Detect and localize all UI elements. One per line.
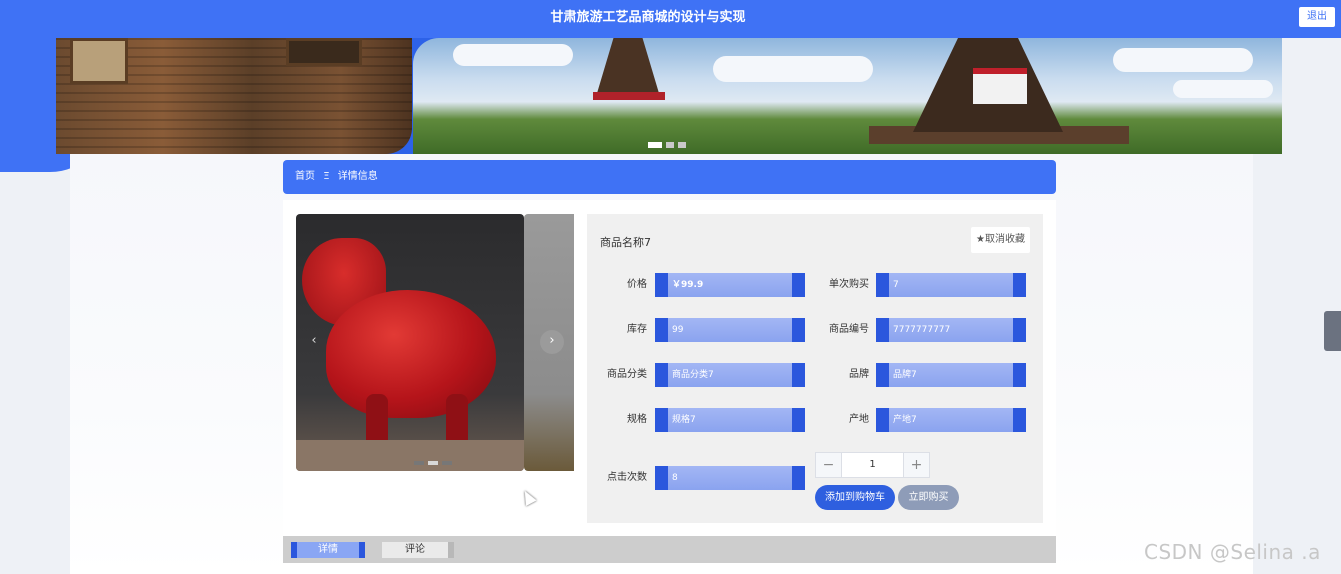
windmill (595, 38, 661, 100)
banner-indicator[interactable] (648, 142, 662, 148)
product-image-red-horse (296, 214, 524, 471)
brand-field: 品牌7 (876, 363, 1026, 387)
per-purchase-field: 7 (876, 273, 1026, 297)
banner-indicators (648, 142, 686, 148)
price-label: 价格 (627, 279, 647, 290)
stock-label: 库存 (627, 324, 647, 335)
top-bar: 甘肃旅游工艺品商城的设计与实现 退出 (0, 0, 1341, 38)
banner-slide-windmills (413, 38, 1282, 154)
gallery-indicator[interactable] (428, 461, 438, 465)
quantity-input[interactable]: 1 (842, 453, 903, 477)
cloud (1113, 48, 1253, 72)
buy-now-button[interactable]: 立即购买 (898, 485, 959, 510)
tab-details[interactable]: 详情 (291, 542, 365, 558)
price-field: ￥99.9 (655, 273, 805, 297)
house-window (70, 38, 128, 84)
gallery-indicators (414, 461, 452, 465)
minus-icon[interactable]: − (816, 453, 842, 477)
table-surface (296, 440, 524, 471)
product-gallery[interactable]: ‹ › (296, 214, 574, 471)
watermark: CSDN @Selina .a (1144, 540, 1321, 564)
breadcrumb-home[interactable]: 首页 (295, 171, 315, 182)
product-name: 商品名称7 (600, 236, 651, 249)
gallery-indicator[interactable] (414, 461, 424, 465)
detail-tabs: 详情 评论 (283, 536, 1056, 563)
breadcrumb-current: 详情信息 (337, 171, 378, 182)
add-to-cart-button[interactable]: 添加到购物车 (815, 485, 895, 510)
plus-icon[interactable]: + (903, 453, 929, 477)
horse-body (326, 290, 496, 418)
category-field: 商品分类7 (655, 363, 805, 387)
origin-field: 产地7 (876, 408, 1026, 432)
gallery-indicator[interactable] (442, 461, 452, 465)
banner-carousel[interactable] (56, 38, 1282, 154)
windmill-house (973, 68, 1027, 104)
tab-content (283, 563, 1056, 574)
category-label: 商品分类 (607, 369, 647, 380)
banner-indicator[interactable] (678, 142, 686, 148)
breadcrumb-separator-icon: Ξ (323, 171, 330, 182)
unfavorite-button[interactable]: ★取消收藏 (971, 227, 1030, 253)
chevron-right-icon[interactable]: › (540, 330, 564, 354)
product-code-field: 7777777777 (876, 318, 1026, 342)
banner-indicator[interactable] (666, 142, 674, 148)
chevron-left-icon[interactable]: ‹ (302, 330, 326, 354)
spec-label: 规格 (627, 414, 647, 425)
house-window (286, 38, 362, 66)
windmill-roof (593, 92, 665, 100)
banner-slide-wooden-house (56, 38, 412, 154)
spec-field: 规格7 (655, 408, 805, 432)
stock-field: 99 (655, 318, 805, 342)
product-detail-panel: 商品名称7 ★取消收藏 价格 ￥99.9 单次购买 7 库存 99 商品编号 7… (587, 214, 1043, 523)
click-count-label: 点击次数 (607, 472, 647, 483)
per-purchase-label: 单次购买 (829, 279, 869, 290)
cloud (453, 44, 573, 66)
tab-comments[interactable]: 评论 (382, 542, 454, 558)
product-code-label: 商品编号 (829, 324, 869, 335)
breadcrumb: 首页 Ξ 详情信息 (283, 160, 1056, 194)
brand-label: 品牌 (849, 369, 869, 380)
logout-button[interactable]: 退出 (1299, 7, 1335, 27)
cloud (1173, 80, 1273, 98)
click-count-field: 8 (655, 466, 805, 490)
side-toggle-button[interactable] (1324, 311, 1341, 351)
page-title: 甘肃旅游工艺品商城的设计与实现 (550, 10, 746, 25)
quantity-stepper[interactable]: − 1 + (815, 452, 930, 478)
cloud (713, 56, 873, 82)
origin-label: 产地 (849, 414, 869, 425)
